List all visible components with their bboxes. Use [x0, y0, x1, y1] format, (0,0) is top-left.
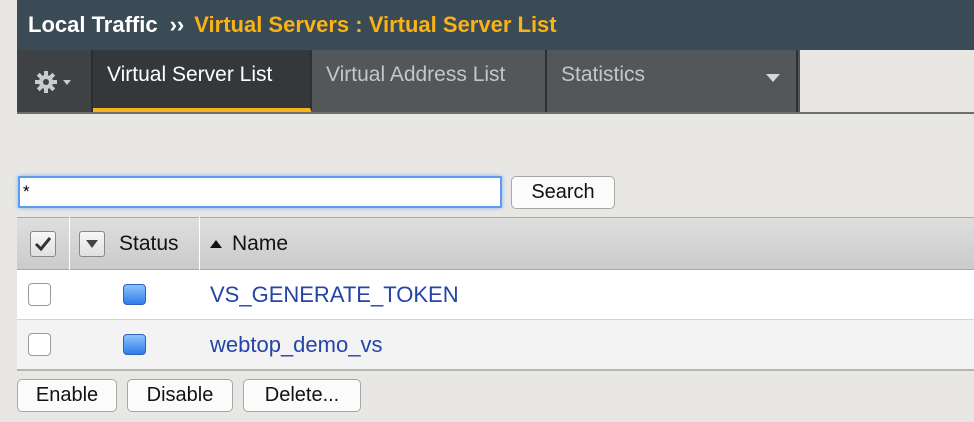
- virtual-server-table: Status Name VS_GENERATE_TOKEN webtop_dem…: [17, 217, 974, 370]
- settings-menu-button[interactable]: [17, 50, 93, 113]
- table-row: VS_GENERATE_TOKEN: [17, 270, 974, 320]
- tab-label: Statistics: [561, 63, 646, 86]
- page-title: Virtual Servers : Virtual Server List: [194, 12, 557, 37]
- search-input[interactable]: [18, 176, 502, 208]
- table-row: webtop_demo_vs: [17, 320, 974, 370]
- divider: [17, 112, 974, 114]
- tab-virtual-server-list[interactable]: Virtual Server List: [93, 50, 312, 113]
- row-checkbox[interactable]: [28, 333, 51, 356]
- sort-ascending-icon: [210, 239, 222, 248]
- tab-bar-spacer: [800, 50, 974, 113]
- name-column-header[interactable]: Name: [200, 217, 974, 270]
- breadcrumb-separator: ››: [169, 12, 185, 37]
- chevron-down-icon: [86, 239, 98, 248]
- status-filter-dropdown[interactable]: [79, 230, 105, 257]
- tab-label: Virtual Server List: [107, 63, 273, 86]
- row-checkbox[interactable]: [28, 283, 51, 306]
- table-header: Status Name: [17, 217, 974, 270]
- status-available-icon: [123, 284, 146, 305]
- search-button[interactable]: Search: [511, 176, 615, 209]
- status-column-header: Status: [70, 217, 200, 270]
- status-available-icon: [123, 334, 146, 355]
- page-header: Local Traffic ›› Virtual Servers : Virtu…: [17, 0, 974, 50]
- tab-bar: Virtual Server List Virtual Address List…: [17, 50, 800, 113]
- checkmark-icon: [34, 236, 52, 251]
- tab-statistics[interactable]: Statistics: [547, 50, 798, 113]
- tab-virtual-address-list[interactable]: Virtual Address List: [312, 50, 547, 113]
- enable-button[interactable]: Enable: [17, 379, 117, 412]
- tab-label: Virtual Address List: [326, 63, 506, 86]
- disable-button[interactable]: Disable: [127, 379, 233, 412]
- virtual-server-link[interactable]: webtop_demo_vs: [210, 332, 382, 358]
- virtual-server-link[interactable]: VS_GENERATE_TOKEN: [210, 282, 459, 308]
- select-all-cell: [17, 217, 70, 270]
- breadcrumb-section[interactable]: Local Traffic: [28, 12, 158, 38]
- gear-icon: [35, 70, 71, 93]
- divider: [17, 369, 974, 371]
- name-column-label: Name: [232, 231, 289, 255]
- chevron-down-icon[interactable]: [766, 74, 780, 82]
- delete-button[interactable]: Delete...: [243, 379, 361, 412]
- status-column-label: Status: [119, 231, 179, 255]
- select-all-checkbox[interactable]: [30, 230, 56, 257]
